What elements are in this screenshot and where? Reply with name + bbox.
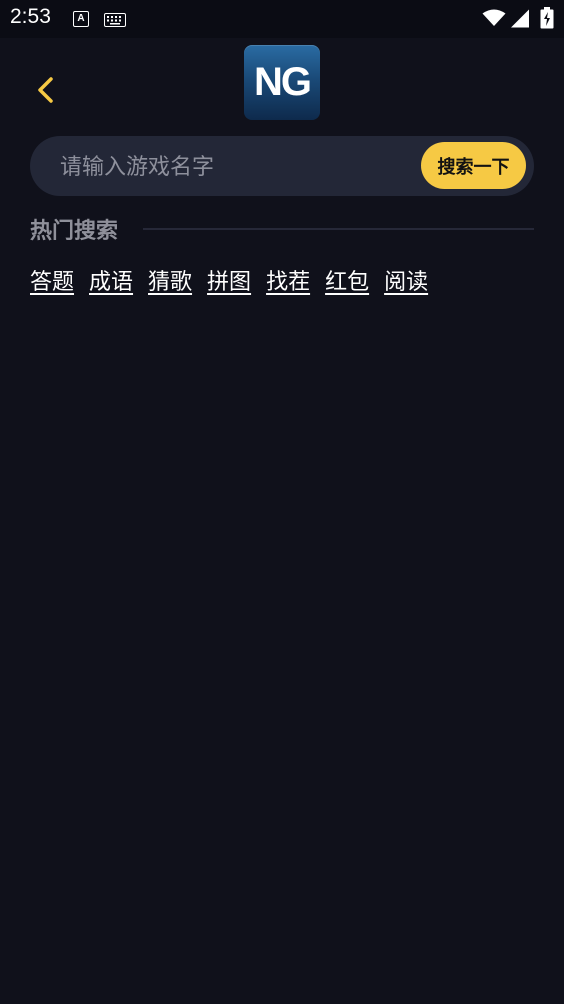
hot-search-title: 热门搜索 [30, 219, 119, 244]
status-bar: 2:53 A [0, 0, 564, 38]
hot-tag-puzzle[interactable]: 拼图 [207, 264, 251, 296]
app-logo: NG [244, 45, 320, 120]
wifi-icon [482, 9, 506, 31]
search-bar: 搜索一下 [30, 136, 534, 196]
chevron-left-icon [38, 77, 53, 103]
signal-icon [510, 9, 530, 32]
status-time: 2:53 [10, 5, 51, 28]
hot-tag-spot-difference[interactable]: 找茬 [266, 264, 310, 296]
search-input[interactable] [58, 146, 412, 188]
a-notification-icon: A [73, 11, 89, 27]
hot-tag-red-packet[interactable]: 红包 [325, 264, 369, 296]
hot-search-divider [143, 228, 534, 230]
app-logo-text: NG [254, 60, 312, 104]
hot-search-tags: 答题 成语 猜歌 拼图 找茬 红包 阅读 [30, 264, 534, 296]
hot-tag-reading[interactable]: 阅读 [384, 264, 428, 296]
hot-tag-guess-song[interactable]: 猜歌 [148, 264, 192, 296]
hot-tag-answer[interactable]: 答题 [30, 264, 74, 296]
keyboard-icon [104, 12, 126, 31]
hot-tag-idiom[interactable]: 成语 [89, 264, 133, 296]
search-button[interactable]: 搜索一下 [421, 142, 526, 189]
back-button[interactable] [30, 72, 62, 108]
battery-icon [540, 7, 554, 33]
